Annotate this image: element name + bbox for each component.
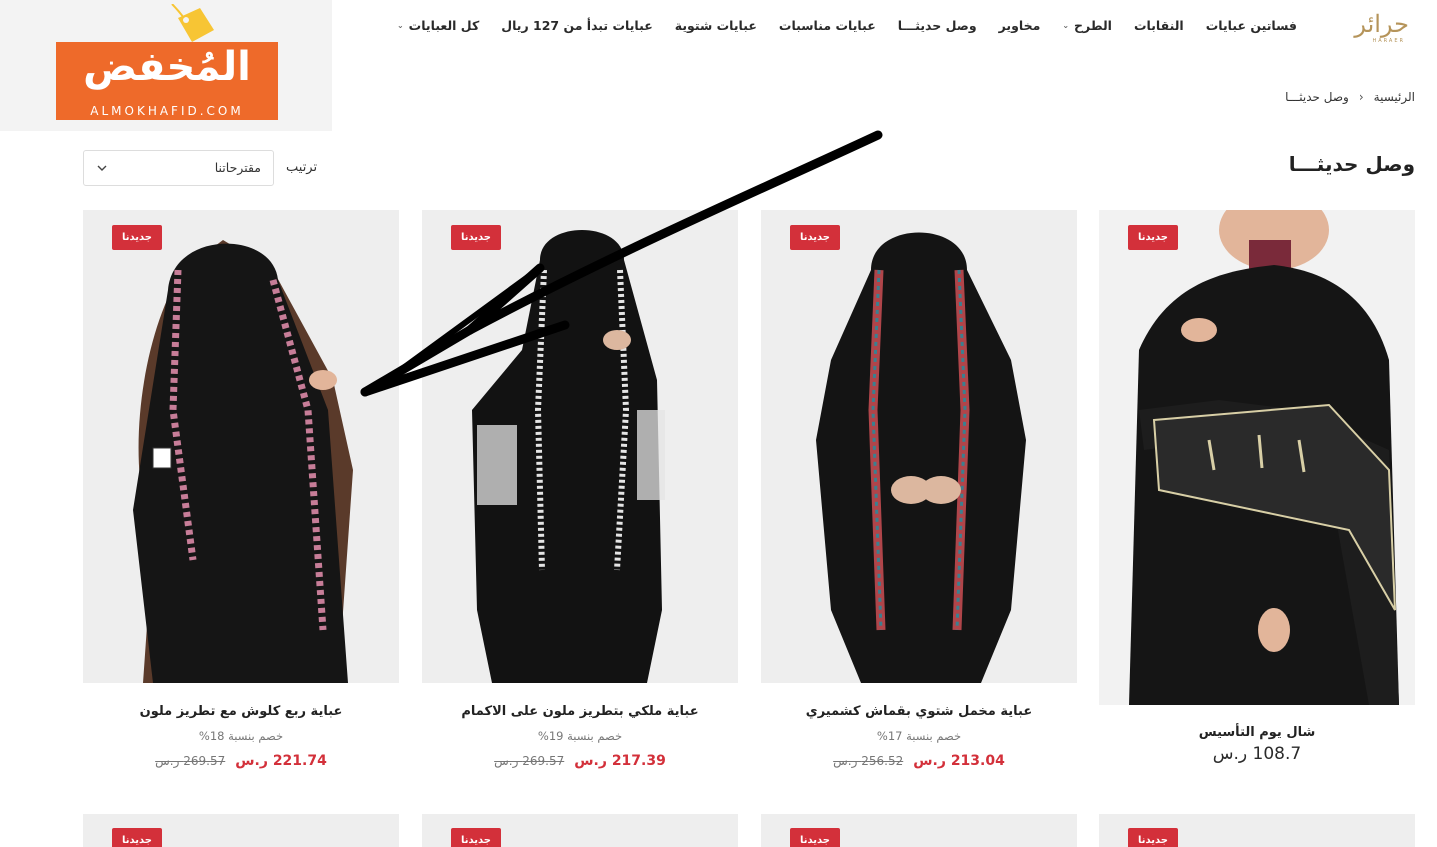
product-card[interactable]: جديدنا bbox=[422, 814, 738, 847]
nav-menu: كل العبايات ⌄ عبايات تبدأ من 127 ريال عبا… bbox=[397, 18, 1297, 33]
product-card[interactable]: جديدنا عباية مخمل شتوي بقماش كشميري خصم … bbox=[761, 210, 1077, 769]
watermark-title: المُخفض bbox=[83, 44, 251, 90]
product-price-new: 221.74 ر.س bbox=[235, 753, 327, 769]
nav-item-label: فساتين عبايات bbox=[1205, 18, 1297, 33]
brand-logo[interactable]: حرائر HARAER bbox=[1329, 10, 1409, 44]
product-price: 108.7 ر.س bbox=[1212, 744, 1302, 764]
nav-item-all-abayas[interactable]: كل العبايات ⌄ bbox=[397, 18, 479, 33]
price-tag-icon bbox=[171, 4, 214, 42]
product-photo bbox=[761, 210, 1077, 683]
product-card[interactable]: جديدنا شال يوم التأسيس 108.7 ر.س bbox=[1099, 210, 1415, 764]
brand-logo-sub: HARAER bbox=[1372, 38, 1405, 44]
watermark-domain: ALMOKHAFID.COM bbox=[90, 104, 244, 118]
product-image[interactable]: جديدنا bbox=[1099, 210, 1415, 705]
product-card[interactable]: جديدنا bbox=[1099, 814, 1415, 847]
nav-item-label: النقابات bbox=[1133, 18, 1184, 33]
product-price-old: 269.57 ر.س bbox=[494, 754, 565, 768]
page-title: وصل حديثـــا bbox=[1288, 152, 1415, 176]
nav-item-niqabs[interactable]: النقابات bbox=[1134, 18, 1184, 33]
product-discount: خصم بنسبة 19% bbox=[537, 729, 623, 743]
product-price-new: 217.39 ر.س bbox=[574, 753, 666, 769]
nav-item-label: عبايات شتوية bbox=[674, 18, 757, 33]
product-price-new: 213.04 ر.س bbox=[913, 753, 1005, 769]
product-photo bbox=[83, 210, 399, 683]
nav-item-makhawir[interactable]: مخاوير bbox=[999, 18, 1041, 33]
new-badge: جديدنا bbox=[450, 828, 501, 847]
watermark-logo: المُخفض ALMOKHAFID.COM bbox=[56, 42, 278, 120]
nav-item-label: عبايات مناسبات bbox=[778, 18, 876, 33]
product-price-row: 213.04 ر.س 256.52 ر.س bbox=[761, 753, 1077, 769]
breadcrumb-separator: › bbox=[1358, 90, 1364, 104]
product-name[interactable]: عباية مخمل شتوي بقماش كشميري bbox=[761, 704, 1077, 719]
chevron-down-icon: ⌄ bbox=[396, 21, 404, 30]
product-photo bbox=[422, 210, 738, 683]
brand-logo-text: حرائر bbox=[1354, 10, 1409, 38]
product-image[interactable]: جديدنا bbox=[761, 210, 1077, 683]
sort-label: ترتيب bbox=[286, 160, 318, 175]
product-name[interactable]: عباية ملكي بتطريز ملون على الاكمام bbox=[422, 704, 738, 719]
product-discount: خصم بنسبة 17% bbox=[876, 729, 962, 743]
nav-item-label: الطرح bbox=[1074, 18, 1112, 33]
new-badge: جديدنا bbox=[111, 828, 162, 847]
product-card[interactable]: جديدنا bbox=[761, 814, 1077, 847]
new-badge: جديدنا bbox=[111, 225, 162, 250]
nav-item-label: كل العبايات bbox=[408, 18, 480, 33]
new-badge: جديدنا bbox=[1127, 828, 1178, 847]
nav-item-label: مخاوير bbox=[998, 18, 1041, 33]
product-card[interactable]: جديدنا bbox=[83, 814, 399, 847]
product-price-old: 256.52 ر.س bbox=[833, 754, 904, 768]
product-price-row: 217.39 ر.س 269.57 ر.س bbox=[422, 753, 738, 769]
product-price-old: 269.57 ر.س bbox=[155, 754, 226, 768]
nav-item-from-127[interactable]: عبايات تبدأ من 127 ريال bbox=[501, 18, 653, 33]
product-price-row: 221.74 ر.س 269.57 ر.س bbox=[83, 753, 399, 769]
new-badge: جديدنا bbox=[450, 225, 501, 250]
breadcrumb-home[interactable]: الرئيسية bbox=[1374, 90, 1415, 104]
product-image[interactable]: جديدنا bbox=[422, 210, 738, 683]
product-name[interactable]: شال يوم التأسيس bbox=[1099, 725, 1415, 740]
nav-item-scarves[interactable]: الطرح ⌄ bbox=[1062, 18, 1112, 33]
product-discount: خصم بنسبة 18% bbox=[198, 729, 284, 743]
top-navigation: حرائر HARAER كل العبايات ⌄ عبايات تبدأ من… bbox=[340, 0, 1437, 56]
nav-item-occasions[interactable]: عبايات مناسبات bbox=[779, 18, 876, 33]
nav-item-label: عبايات تبدأ من 127 ريال bbox=[501, 18, 653, 33]
product-card[interactable]: جديدنا عباية ملكي بتطريز ملون على الاكما… bbox=[422, 210, 738, 769]
sort-value: مقترحاتنا bbox=[214, 160, 261, 175]
nav-item-dress-abayas[interactable]: فساتين عبايات bbox=[1206, 18, 1297, 33]
product-photo bbox=[1099, 210, 1415, 705]
nav-item-winter[interactable]: عبايات شتوية bbox=[675, 18, 757, 33]
product-card[interactable]: جديدنا عباية ربع كلوش مع تطريز ملون خصم … bbox=[83, 210, 399, 769]
new-badge: جديدنا bbox=[1127, 225, 1178, 250]
nav-item-label: وصل حديثـــا bbox=[897, 18, 977, 33]
new-badge: جديدنا bbox=[789, 225, 840, 250]
watermark-banner: المُخفض ALMOKHAFID.COM bbox=[0, 0, 332, 131]
nav-item-new-arrivals[interactable]: وصل حديثـــا bbox=[898, 18, 977, 33]
new-badge: جديدنا bbox=[789, 828, 840, 847]
chevron-down-icon: ⌄ bbox=[1062, 21, 1070, 30]
breadcrumb: الرئيسية › وصل حديثـــا bbox=[1285, 90, 1415, 104]
breadcrumb-current: وصل حديثـــا bbox=[1285, 90, 1349, 104]
product-name[interactable]: عباية ربع كلوش مع تطريز ملون bbox=[83, 704, 399, 719]
product-image[interactable]: جديدنا bbox=[83, 210, 399, 683]
sort-dropdown[interactable]: مقترحاتنا bbox=[83, 150, 274, 186]
chevron-down-icon bbox=[97, 165, 107, 171]
